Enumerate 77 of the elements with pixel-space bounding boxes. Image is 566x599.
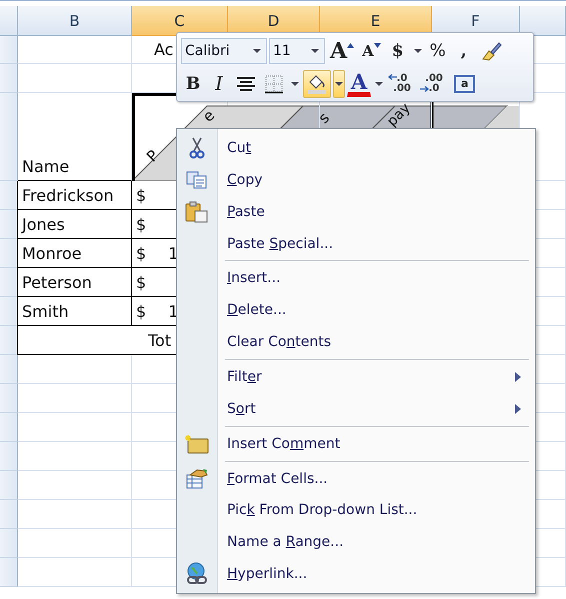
arrow-icon <box>420 86 429 92</box>
column-label: Name <box>22 157 70 176</box>
name-cell: Fredrickson <box>22 186 114 204</box>
sheet-cell[interactable] <box>18 355 132 384</box>
menu-item[interactable]: Delete... <box>177 294 535 326</box>
hyperlink-icon <box>185 562 209 586</box>
amount-cell: 1 <box>168 244 178 262</box>
bold-button[interactable]: B <box>181 70 205 98</box>
header-text: e <box>199 106 218 126</box>
currency-cell: $ <box>136 302 146 320</box>
submenu-arrow-icon <box>515 372 521 382</box>
sheet-cell[interactable] <box>18 36 132 64</box>
row-header[interactable] <box>0 326 18 355</box>
sheet-cell[interactable] <box>18 384 132 413</box>
menu-item[interactable]: Copy <box>177 164 535 196</box>
amount-cell: 1 <box>168 302 178 320</box>
clipboard-icon <box>185 200 209 223</box>
sheet-cell[interactable] <box>18 558 132 587</box>
font-size-dropdown[interactable]: 11 <box>269 38 325 64</box>
column-header[interactable]: C <box>132 6 228 36</box>
paint-bucket-icon[interactable] <box>303 70 331 98</box>
comma-button[interactable]: , <box>452 36 476 64</box>
percent-button[interactable]: % <box>426 36 450 64</box>
sheet-cell[interactable] <box>18 471 132 500</box>
currency-cell: $ <box>136 272 146 292</box>
currency-button[interactable]: $ <box>386 36 410 64</box>
menu-item[interactable]: Insert... <box>177 262 535 294</box>
menu-item[interactable]: Paste Special... <box>177 228 535 260</box>
header-text: s <box>314 108 334 128</box>
sheet-cell[interactable] <box>18 413 132 442</box>
row-header[interactable] <box>0 181 18 210</box>
menu-item[interactable]: Sort <box>177 392 535 425</box>
menu-item[interactable]: Insert Comment <box>177 428 535 460</box>
sheet-cell[interactable] <box>18 500 132 529</box>
format-cells-icon <box>185 468 209 490</box>
menu-item[interactable]: Clear Contents <box>177 326 535 358</box>
arrow-icon <box>388 74 397 80</box>
sheet-title: Ac <box>153 40 174 59</box>
total-label: Tot <box>147 330 172 350</box>
submenu-arrow-icon <box>515 404 521 414</box>
scissors-icon <box>189 136 205 159</box>
row-header[interactable] <box>0 268 18 297</box>
menu-item[interactable]: Filter <box>177 361 535 393</box>
column-header[interactable]: B <box>18 6 132 36</box>
sheet-cell[interactable] <box>18 442 132 471</box>
name-cell: Peterson <box>22 272 92 292</box>
italic-button[interactable]: I <box>207 70 231 98</box>
currency-cell: $ <box>136 186 146 204</box>
font-name-dropdown[interactable]: Calibri <box>181 38 267 64</box>
menu-item[interactable]: Cut <box>177 132 535 164</box>
increase-decimal-button[interactable]: .0 .00 <box>387 70 417 98</box>
menu-item[interactable]: Pick From Drop-down List... <box>177 494 535 526</box>
row-header[interactable] <box>0 210 18 239</box>
row-header[interactable] <box>0 239 18 268</box>
up-arrow-icon <box>347 42 354 48</box>
select-all-corner[interactable] <box>0 6 18 36</box>
currency-cell: $ <box>136 214 146 234</box>
sheet-cell[interactable] <box>18 64 132 93</box>
font-color-button[interactable]: A <box>347 70 371 96</box>
decrease-decimal-button[interactable]: .00 .0 <box>419 70 449 98</box>
name-cell: Jones <box>22 214 65 234</box>
currency-cell: $ <box>136 244 146 262</box>
menu-item[interactable]: Format Cells... <box>177 462 535 494</box>
copy-icon <box>186 170 208 189</box>
comment-icon <box>185 434 209 454</box>
menu-item[interactable]: Paste <box>177 196 535 228</box>
name-cell: Monroe <box>22 244 82 262</box>
name-cell: Smith <box>22 302 69 320</box>
menu-item[interactable]: Name a Range... <box>177 526 535 558</box>
header-text: P <box>142 146 162 166</box>
row-header[interactable] <box>0 297 18 326</box>
down-arrow-icon <box>374 42 381 48</box>
grow-font-button[interactable]: A <box>327 36 358 64</box>
menu-item[interactable]: Hyperlink... <box>177 558 535 590</box>
column-header[interactable] <box>520 6 566 36</box>
sheet-cell[interactable] <box>18 529 132 558</box>
shrink-font-button[interactable]: A <box>359 36 384 64</box>
